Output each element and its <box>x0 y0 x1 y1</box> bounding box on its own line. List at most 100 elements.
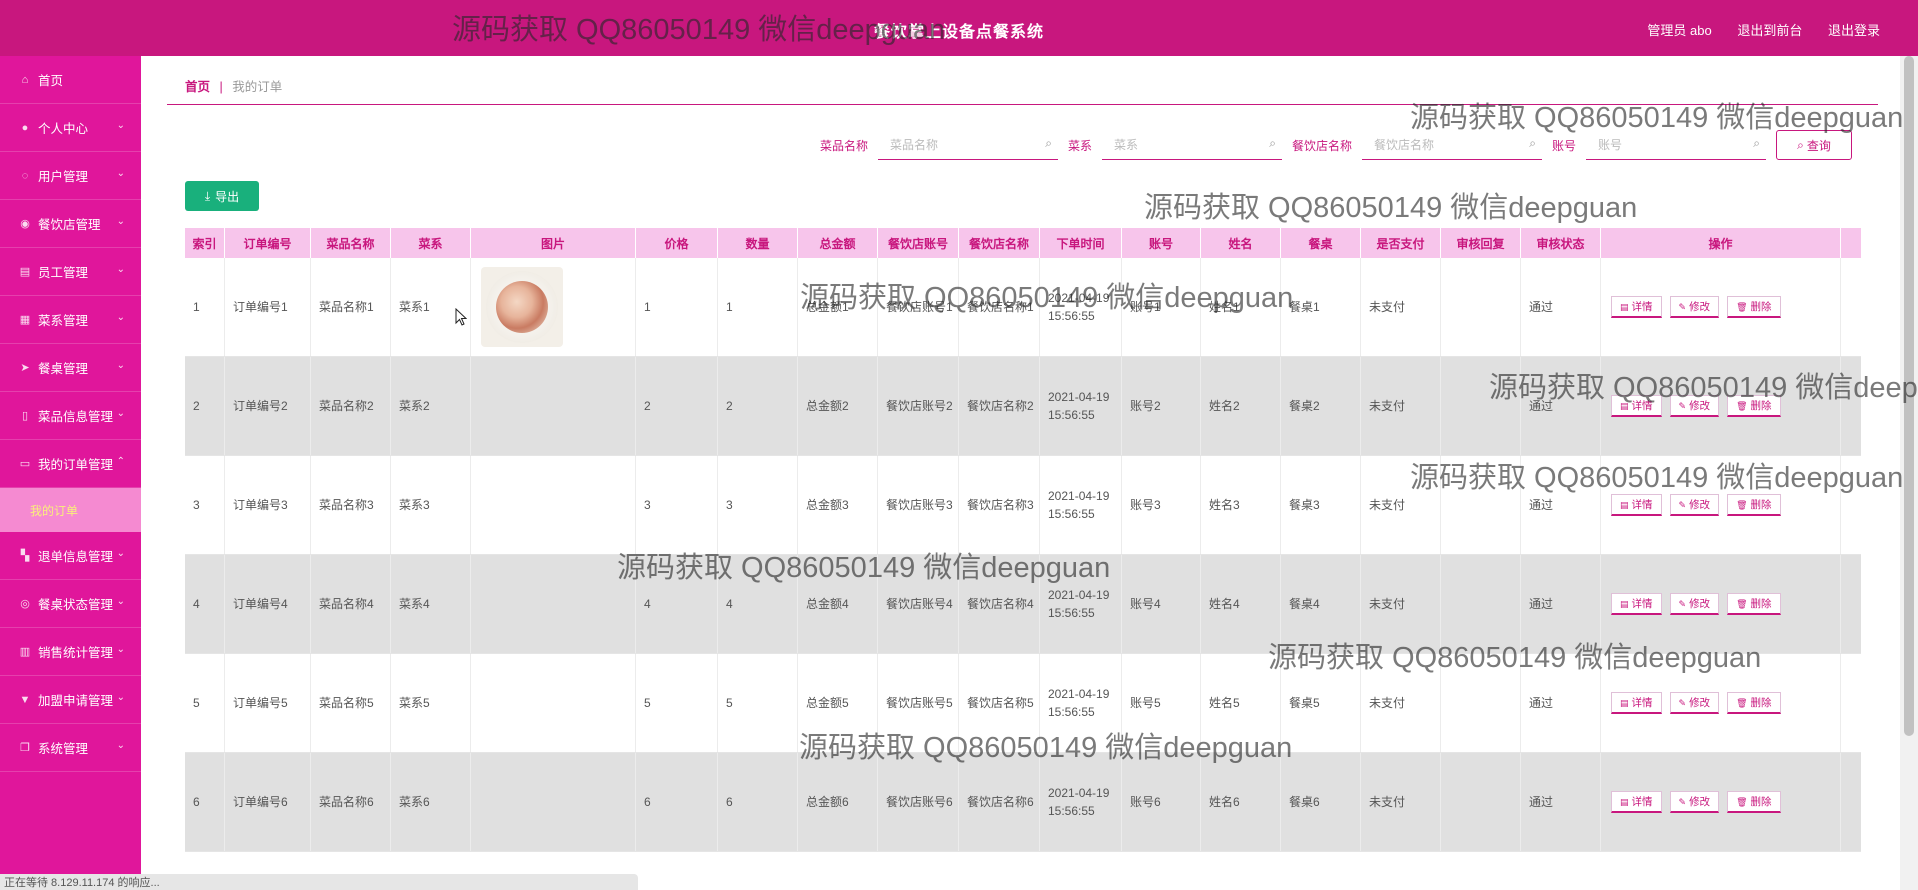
cell-cuisine: 菜系3 <box>391 456 471 554</box>
dish-name-placeholder: 菜品名称 <box>889 138 938 152</box>
cell-reply <box>1441 555 1521 653</box>
cell-name: 姓名4 <box>1201 555 1281 653</box>
detail-button[interactable]: ▤ 详情 <box>1611 296 1662 318</box>
edit-button[interactable]: ✎ 修改 <box>1669 296 1720 318</box>
cell-paid: 未支付 <box>1361 258 1441 356</box>
cell-acct: 餐饮店账号2 <box>878 357 959 455</box>
delete-label: 删除 <box>1750 795 1772 808</box>
edit-icon: ✎ <box>1678 400 1687 411</box>
edit-button[interactable]: ✎ 修改 <box>1669 494 1720 516</box>
image-cell <box>471 456 636 554</box>
cell-store: 餐饮店名称1 <box>959 258 1040 356</box>
sidebar-item[interactable]: ▤ 员工管理 ⌄ <box>0 248 141 296</box>
sidebar-item[interactable]: ● 个人中心 ⌄ <box>0 104 141 152</box>
chevron-icon: ⌄ <box>116 360 125 371</box>
detail-button[interactable]: ▤ 详情 <box>1611 593 1662 615</box>
edit-button[interactable]: ✎ 修改 <box>1669 791 1720 813</box>
download-icon: ⤓ <box>204 188 211 203</box>
cell-user: 账号6 <box>1122 753 1201 851</box>
cell-time: 2021-04-19 15:56:55 <box>1040 456 1122 554</box>
chevron-icon: ⌄ <box>116 692 125 703</box>
sidebar-item-label: 餐桌状态管理 <box>38 598 114 612</box>
edit-button[interactable]: ✎ 修改 <box>1669 593 1720 615</box>
table-row: 4 订单编号4 菜品名称4 菜系4 4 4 总金额4 餐饮店账号4 餐饮店名称4 2021-04-… <box>185 555 1861 654</box>
chevron-icon: ⌄ <box>116 168 125 179</box>
account-input[interactable]: 账号 ⌕ <box>1586 130 1766 160</box>
cuisine-input[interactable]: 菜系 ⌕ <box>1101 130 1282 160</box>
column-header: 餐饮店账号 <box>878 228 959 258</box>
cell-no: 订单编号4 <box>225 555 311 653</box>
scrollbar-thumb[interactable] <box>1904 56 1914 736</box>
store-name-placeholder: 餐饮店名称 <box>1373 138 1434 152</box>
chevron-icon: ⌄ <box>116 740 125 751</box>
breadcrumb-home[interactable]: 首页 <box>185 80 210 94</box>
export-button[interactable]: ⤓ 导出 <box>185 181 259 211</box>
cell-table: 餐桌1 <box>1281 258 1361 356</box>
cell-price: 1 <box>636 258 718 356</box>
back-to-front-link[interactable]: 退出到前台 <box>1737 23 1802 38</box>
sidebar-item[interactable]: ◉ 餐饮店管理 ⌄ <box>0 200 141 248</box>
sidebar-item-label: 退单信息管理 <box>38 550 114 564</box>
location-icon: ◉ <box>20 218 30 230</box>
edit-button[interactable]: ✎ 修改 <box>1669 692 1720 714</box>
edit-button[interactable]: ✎ 修改 <box>1669 395 1720 417</box>
cell-acct: 餐饮店账号5 <box>878 654 959 752</box>
edit-label: 修改 <box>1689 498 1711 511</box>
trash-icon: 🗑 <box>1736 499 1748 510</box>
actions-cell: ▤ 详情 ✎ 修改 🗑 删除 <box>1601 753 1841 851</box>
cell-time: 2021-04-19 15:56:55 <box>1040 357 1122 455</box>
column-header: 姓名 <box>1201 228 1281 258</box>
column-header: 图片 <box>471 228 636 258</box>
image-cell <box>471 258 636 356</box>
delete-button[interactable]: 🗑 删除 <box>1727 593 1781 615</box>
trash-icon: 🗑 <box>1736 301 1748 312</box>
sidebar-item[interactable]: ▯ 菜品信息管理 ⌄ <box>0 392 141 440</box>
delete-button[interactable]: 🗑 删除 <box>1727 395 1781 417</box>
sidebar-item[interactable]: ◎ 餐桌状态管理 ⌄ <box>0 580 141 628</box>
delete-button[interactable]: 🗑 删除 <box>1727 494 1781 516</box>
sidebar-item[interactable]: ▦ 菜系管理 ⌄ <box>0 296 141 344</box>
search-icon: ⌕ <box>1797 137 1804 152</box>
column-header: 价格 <box>636 228 718 258</box>
cell-total: 总金额2 <box>798 357 878 455</box>
query-button[interactable]: ⌕ 查询 <box>1776 130 1852 160</box>
sidebar-item[interactable]: ➤ 餐桌管理 ⌄ <box>0 344 141 392</box>
detail-button[interactable]: ▤ 详情 <box>1611 791 1662 813</box>
cell-cuisine: 菜系2 <box>391 357 471 455</box>
delete-button[interactable]: 🗑 删除 <box>1727 692 1781 714</box>
sidebar-item[interactable]: ▚ 退单信息管理 ⌄ <box>0 532 141 580</box>
cell-name: 姓名3 <box>1201 456 1281 554</box>
image-cell <box>471 555 636 653</box>
sidebar-item[interactable]: ▥ 销售统计管理 ⌄ <box>0 628 141 676</box>
cell-price: 4 <box>636 555 718 653</box>
detail-button[interactable]: ▤ 详情 <box>1611 494 1662 516</box>
sidebar-item[interactable]: ❐ 系统管理 ⌄ <box>0 724 141 772</box>
cell-user: 账号4 <box>1122 555 1201 653</box>
actions-cell: ▤ 详情 ✎ 修改 🗑 删除 <box>1601 456 1841 554</box>
account-label: 账号 <box>1551 138 1576 153</box>
cell-table: 餐桌4 <box>1281 555 1361 653</box>
document-icon: ▤ <box>19 266 31 278</box>
sidebar-item[interactable]: ▼ 加盟申请管理 ⌄ <box>0 676 141 724</box>
cell-dish: 菜品名称1 <box>311 258 391 356</box>
sidebar-item[interactable]: ⌂ 首页 <box>0 56 141 104</box>
column-header: 餐桌 <box>1281 228 1361 258</box>
chevron-icon: ⌄ <box>116 120 125 131</box>
sidebar-item[interactable]: ▭ 我的订单管理 ⌃ <box>0 440 141 488</box>
logout-link[interactable]: 退出登录 <box>1828 23 1880 38</box>
edit-label: 修改 <box>1689 597 1711 610</box>
breadcrumb-separator: | <box>219 80 223 94</box>
sidebar-subitem-my-orders[interactable]: 我的订单 <box>0 488 141 532</box>
delete-label: 删除 <box>1750 300 1772 313</box>
detail-button[interactable]: ▤ 详情 <box>1611 395 1662 417</box>
delete-button[interactable]: 🗑 删除 <box>1727 296 1781 318</box>
cell-price: 3 <box>636 456 718 554</box>
detail-label: 详情 <box>1631 795 1653 808</box>
detail-button[interactable]: ▤ 详情 <box>1611 692 1662 714</box>
vertical-scrollbar[interactable] <box>1900 56 1918 890</box>
delete-button[interactable]: 🗑 删除 <box>1727 791 1781 813</box>
store-name-input[interactable]: 餐饮店名称 ⌕ <box>1361 130 1542 160</box>
sidebar-item-label: 员工管理 <box>38 266 89 280</box>
dish-name-input[interactable]: 菜品名称 ⌕ <box>877 130 1058 160</box>
sidebar-item[interactable]: ◌ 用户管理 ⌄ <box>0 152 141 200</box>
